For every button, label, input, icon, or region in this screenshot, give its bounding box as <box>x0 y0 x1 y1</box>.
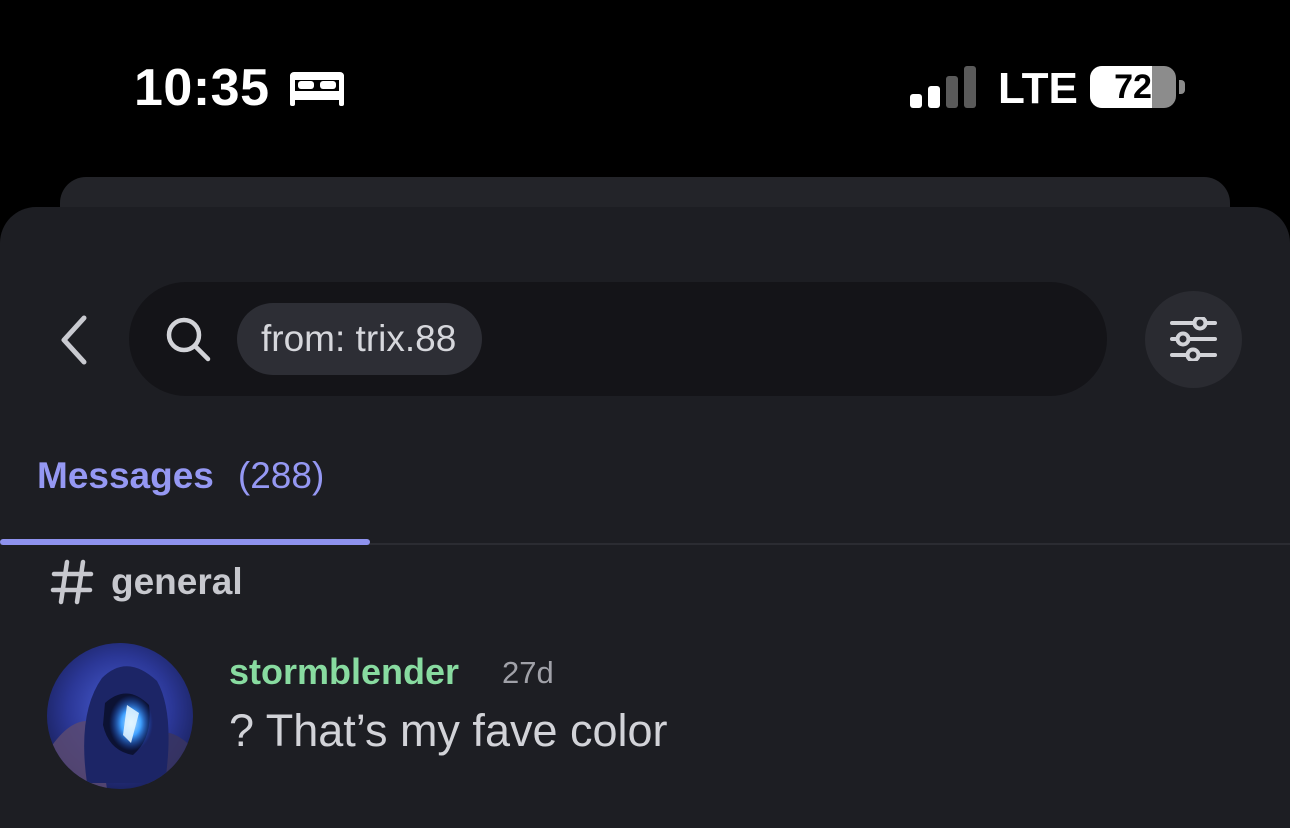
message-text[interactable]: ? That’s my fave color <box>229 700 668 762</box>
avatar[interactable] <box>47 643 193 789</box>
hash-icon <box>50 559 94 605</box>
bed-icon <box>290 72 344 106</box>
channel-name[interactable]: general <box>111 554 243 610</box>
search-screen: 10:35 LTE 72 from: trix.88 Messages (288… <box>0 0 1290 828</box>
battery-cap <box>1179 80 1185 94</box>
filter-button[interactable] <box>1145 291 1242 388</box>
status-bar: 10:35 LTE 72 <box>0 0 1290 170</box>
tab-messages[interactable]: Messages (288) <box>37 448 324 504</box>
battery-indicator: 72 <box>1090 66 1186 108</box>
tab-messages-count: (288) <box>237 455 325 496</box>
search-icon <box>166 317 211 362</box>
search-filter-chip[interactable]: from: trix.88 <box>237 303 483 375</box>
status-time: 10:35 <box>134 59 270 117</box>
message-timestamp: 27d <box>502 655 554 690</box>
tab-messages-label: Messages <box>37 455 214 496</box>
message-author[interactable]: stormblender <box>229 646 459 698</box>
cellular-signal-icon <box>910 66 976 108</box>
network-type: LTE <box>998 64 1078 113</box>
active-tab-indicator <box>0 539 370 545</box>
chevron-left-icon[interactable] <box>52 312 98 368</box>
battery-level: 72 <box>1114 68 1152 106</box>
battery-body: 72 <box>1090 66 1176 108</box>
avatar-image <box>47 643 193 789</box>
filter-sliders-icon <box>1170 317 1217 361</box>
